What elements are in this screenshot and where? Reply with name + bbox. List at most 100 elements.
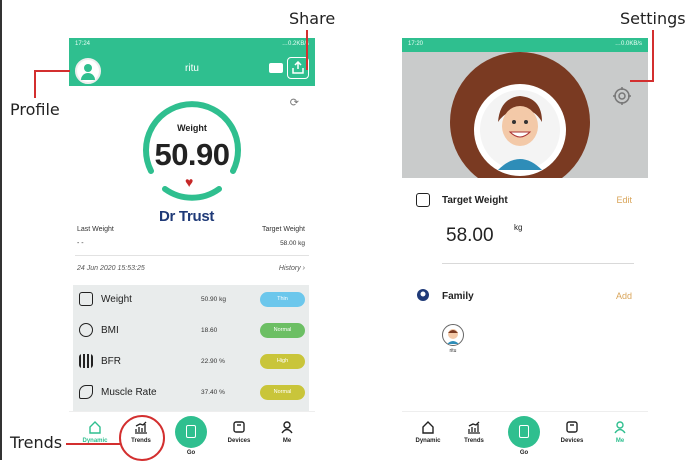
settings-callout-line-vertical [652, 30, 654, 82]
tab-go[interactable]: Go [169, 416, 213, 456]
status-bar: 17:24 …0.2KB/s [69, 38, 315, 52]
member-face-icon [447, 329, 459, 344]
metrics-list: Weight 50.90 kg Thin BMI 18.60 Normal BF… [73, 285, 309, 415]
tab-label: Devices [227, 438, 251, 444]
list-item[interactable]: BFR 22.90 % High [73, 347, 309, 377]
status-bar: 17:20 …0.0KB/s [402, 38, 648, 52]
target-weight-value: 58.00 [446, 225, 494, 246]
history-label: History [278, 265, 301, 272]
tab-bar: Dynamic Trends Go Devices Me [402, 411, 648, 460]
settings-callout: Settings [620, 9, 686, 28]
trends-highlight-circle [119, 415, 165, 461]
bfr-icon [79, 354, 93, 368]
target-weight-value: 58.00 kg [280, 240, 305, 247]
metric-value: 18.60 [201, 327, 218, 334]
target-weight-label: Target Weight [261, 226, 305, 233]
last-weight-label: Last Weight [77, 226, 114, 233]
list-item[interactable]: Muscle Rate 37.40 % Normal [73, 378, 309, 408]
profile-callout-line-horizontal [34, 70, 70, 72]
device-icon [233, 421, 245, 433]
home-icon [422, 421, 434, 434]
phone-me-screen: 17:20 …0.0KB/s Target Weight Edit 58.00 … [402, 38, 648, 460]
muscle-icon [79, 385, 93, 399]
tab-go[interactable]: Go [502, 416, 546, 456]
list-item[interactable]: Weight 50.90 kg Thin [73, 285, 309, 315]
home-icon [89, 421, 101, 434]
weight-label: Weight [177, 123, 207, 133]
phone-dynamic-screen: 17:24 …0.2KB/s ritu Weight 50.90 ♥ ⟳ Dr … [69, 38, 315, 460]
status-indicators: …0.0KB/s [614, 41, 642, 47]
tab-trends[interactable]: Trends [452, 420, 496, 444]
metric-name: Weight [101, 294, 132, 305]
tab-label: Go [519, 450, 529, 456]
share-callout-line [306, 30, 308, 70]
history-link[interactable]: History › [279, 265, 305, 272]
person-icon [614, 421, 626, 434]
trends-callout-line [66, 443, 120, 445]
message-icon[interactable] [269, 63, 283, 73]
family-icon [417, 289, 429, 301]
target-weight-icon [416, 193, 430, 207]
chevron-right-icon: › [302, 265, 305, 272]
divider [442, 263, 634, 264]
status-time: 17:20 [408, 41, 424, 47]
tab-label: Me [282, 438, 292, 444]
measurement-date: 24 Jun 2020 15:53:25 [77, 265, 145, 272]
device-icon [566, 421, 578, 433]
tab-label: Trends [464, 438, 484, 444]
metric-value: 22.90 % [201, 358, 225, 365]
status-badge: Thin [260, 292, 305, 307]
person-icon [281, 421, 293, 434]
tab-label: Dynamic [415, 438, 441, 444]
status-badge: Normal [260, 385, 305, 400]
profile-callout-line-vertical [34, 70, 36, 98]
refresh-icon[interactable]: ⟳ [290, 96, 299, 109]
edit-button[interactable]: Edit [616, 195, 632, 205]
profile-hero [402, 52, 648, 178]
status-badge: High [260, 354, 305, 369]
metric-name: BMI [101, 325, 119, 336]
metric-name: Muscle Rate [101, 387, 157, 398]
go-icon [508, 416, 540, 448]
settings-callout-line-horizontal [630, 80, 654, 82]
add-member-button[interactable]: Add [616, 291, 632, 301]
profile-avatar-illustration [450, 52, 590, 178]
share-callout: Share [289, 9, 336, 28]
metric-value: 37.40 % [201, 389, 225, 396]
status-badge: Normal [260, 323, 305, 338]
profile-callout: Profile [10, 100, 60, 119]
tab-devices[interactable]: Devices [217, 420, 261, 444]
tab-dynamic[interactable]: Dynamic [406, 420, 450, 444]
target-weight-label: Target Weight [442, 195, 508, 206]
tab-dynamic[interactable]: Dynamic [73, 420, 117, 444]
image-left-border [0, 0, 2, 460]
tab-bar: Dynamic Trends Go Devices Me [69, 411, 315, 460]
brand-logo: Dr Trust [159, 208, 215, 225]
go-icon [175, 416, 207, 448]
tab-label: Me [615, 438, 625, 444]
member-avatar[interactable] [442, 324, 464, 346]
tab-me[interactable]: Me [598, 420, 642, 444]
bmi-icon [79, 323, 93, 337]
heart-icon: ♥ [185, 174, 194, 190]
divider [75, 255, 309, 256]
trends-callout: Trends [10, 433, 63, 452]
metric-value: 50.90 kg [201, 296, 226, 303]
member-name: ritu [449, 348, 457, 354]
tab-label: Go [186, 450, 196, 456]
trends-icon [468, 421, 480, 434]
status-time: 17:24 [75, 41, 91, 47]
scale-icon [79, 292, 93, 306]
weight-gauge: Weight 50.90 ♥ [133, 93, 251, 211]
weight-value: 50.90 [154, 137, 230, 172]
target-weight-unit: kg [514, 223, 523, 232]
top-bar: ritu [69, 52, 315, 86]
family-label: Family [442, 291, 474, 302]
tab-me[interactable]: Me [265, 420, 309, 444]
list-item[interactable]: BMI 18.60 Normal [73, 316, 309, 346]
status-indicators: …0.2KB/s [281, 41, 309, 47]
gear-icon[interactable] [612, 86, 632, 106]
metric-name: BFR [101, 356, 121, 367]
tab-devices[interactable]: Devices [550, 420, 594, 444]
last-weight-value: - - [77, 240, 84, 247]
